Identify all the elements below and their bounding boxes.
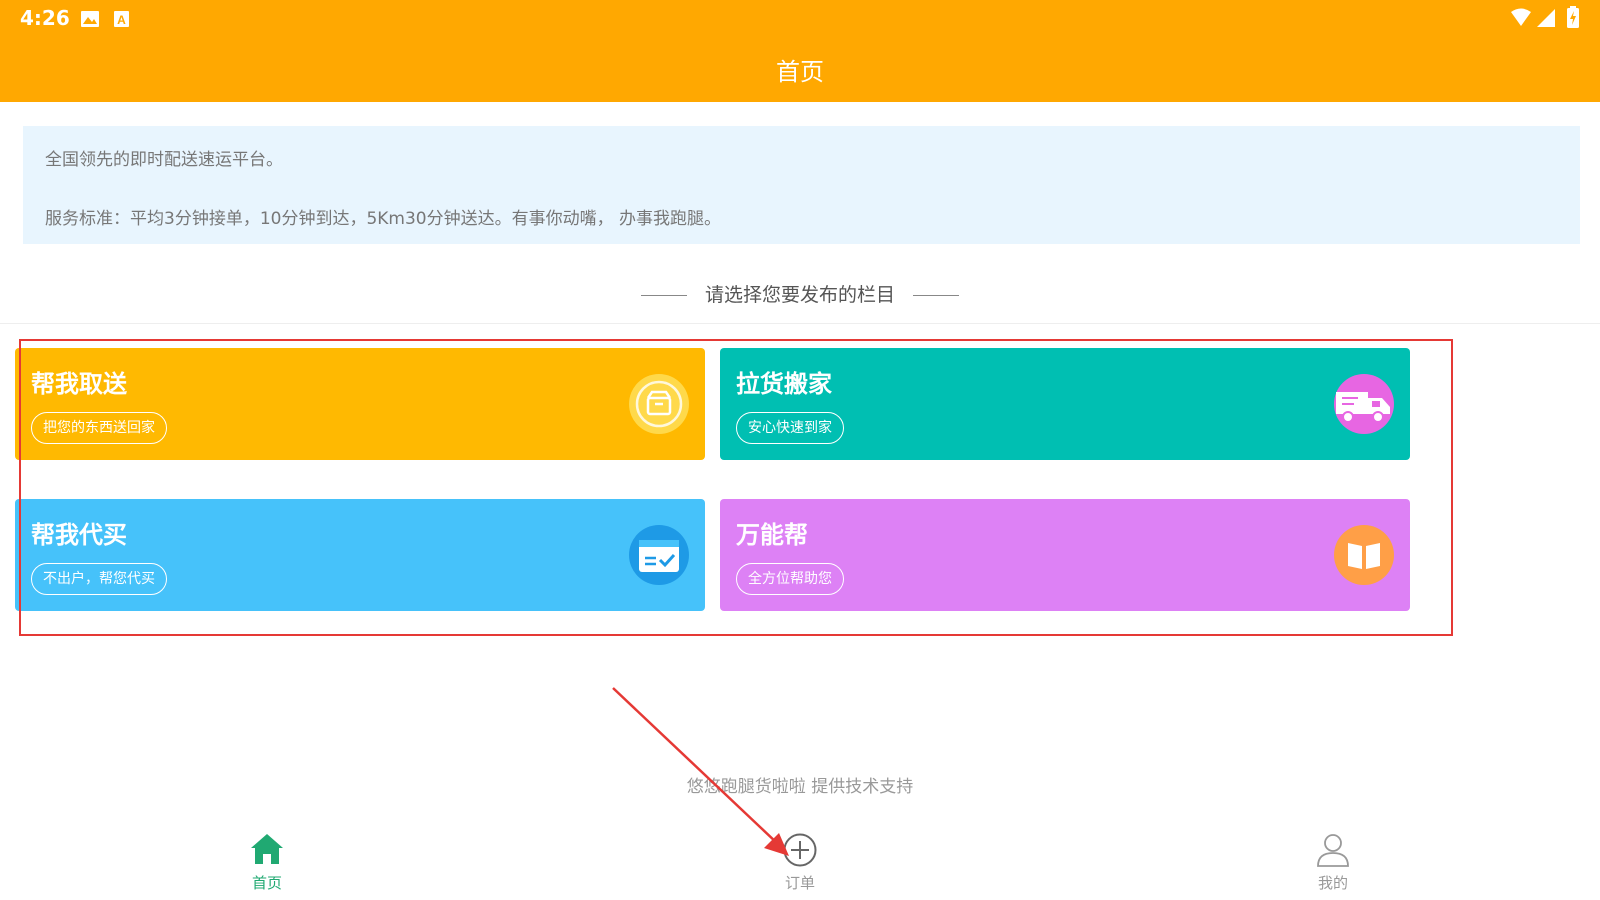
annotation-highlight-box (19, 339, 1453, 636)
home-icon (251, 834, 283, 864)
notice-panel: 全国领先的即时配送速运平台。 服务标准：平均3分钟接单，10分钟到达，5Km30… (23, 126, 1580, 244)
nav-mine-label: 我的 (1317, 874, 1348, 892)
nav-orders[interactable]: 订单 (720, 832, 880, 896)
nav-home-label: 首页 (251, 874, 282, 892)
section-line-right (913, 295, 959, 296)
page-title: 首页 (776, 58, 824, 86)
status-time: 4:26 (20, 6, 70, 30)
divider (0, 323, 1600, 324)
notice-line-1: 全国领先的即时配送速运平台。 (45, 150, 283, 170)
nav-orders-label: 订单 (784, 874, 815, 892)
plus-circle-icon (783, 833, 817, 867)
person-icon (1317, 834, 1349, 867)
battery-icon (1567, 6, 1579, 28)
nav-mine[interactable]: 我的 (1253, 832, 1413, 896)
section-line-left (640, 295, 687, 296)
a-notification-icon: A (114, 11, 129, 27)
nav-home[interactable]: 首页 (187, 832, 347, 896)
app-screen: 4:26 A 首页 全国领先的即时配送速运平台。 服务标准：平均3分钟接单，10… (0, 0, 1600, 900)
svg-text:A: A (117, 13, 126, 27)
notice-line-2: 服务标准：平均3分钟接单，10分钟到达，5Km30分钟送达。有事你动嘴， 办事我… (45, 209, 722, 229)
footer-tech-support: 悠悠跑腿货啦啦 提供技术支持 (686, 777, 914, 797)
wifi-icon (1511, 8, 1531, 26)
signal-icon (1537, 9, 1555, 27)
image-notification-icon (81, 11, 99, 27)
app-header: 4:26 A 首页 (0, 0, 1600, 102)
section-title-text: 请选择您要发布的栏目 (704, 284, 895, 306)
section-title: 请选择您要发布的栏目 (0, 280, 1600, 312)
